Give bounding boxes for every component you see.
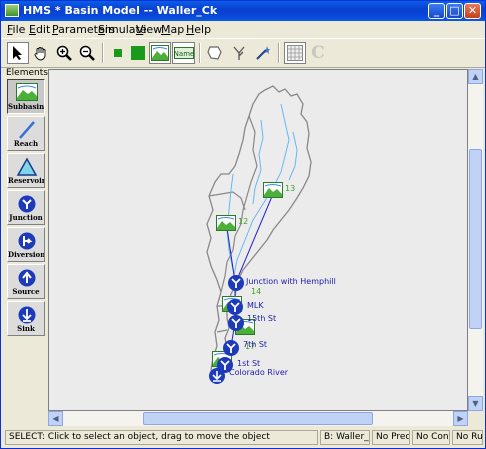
menu-file-rest: ile bbox=[12, 23, 26, 36]
basin-map-canvas[interactable]: 12 13 14 17 Junction with Hemphill MLK 1… bbox=[48, 69, 468, 411]
toolbar-separator bbox=[278, 43, 280, 63]
subbasin-label: 12 bbox=[238, 217, 249, 226]
menu-view[interactable]: View bbox=[136, 23, 162, 36]
scroll-right-button[interactable]: ▶ bbox=[453, 411, 468, 426]
large-square-icon[interactable] bbox=[127, 42, 149, 64]
status-control: No Control bbox=[412, 430, 450, 445]
menu-view-rest: iew bbox=[143, 23, 163, 36]
menu-map-rest: ap bbox=[170, 23, 185, 36]
draw-stream-icon[interactable] bbox=[228, 42, 250, 64]
palette-item-diversion[interactable]: Diversion bbox=[7, 227, 45, 262]
toolbar: Name C bbox=[1, 38, 485, 68]
wand-icon[interactable] bbox=[252, 42, 274, 64]
menu-edit-rest: dit bbox=[35, 23, 51, 36]
horizontal-scroll-thumb[interactable] bbox=[143, 412, 373, 425]
status-run: No Run bbox=[452, 430, 483, 445]
close-button[interactable]: ✕ bbox=[464, 3, 481, 19]
status-precip: No Precip bbox=[372, 430, 410, 445]
grid-icon[interactable] bbox=[284, 42, 306, 64]
junction-icon[interactable] bbox=[227, 299, 243, 315]
junction-label: 1st St bbox=[237, 359, 261, 368]
draw-basin-icon[interactable] bbox=[204, 42, 226, 64]
toolbar-separator bbox=[199, 43, 201, 63]
junction-label: 15th St bbox=[247, 314, 277, 323]
palette-title: Elements bbox=[6, 68, 48, 78]
palette-item-reach[interactable]: Reach bbox=[7, 116, 45, 151]
junction-label: 7th St bbox=[243, 340, 268, 349]
diversion-icon bbox=[18, 232, 36, 250]
junction-label: Colorado River bbox=[229, 368, 289, 377]
hand-pan-icon[interactable] bbox=[30, 42, 52, 64]
menu-help-rest: elp bbox=[194, 23, 212, 36]
scroll-left-button[interactable]: ◀ bbox=[48, 411, 63, 426]
menu-file[interactable]: File bbox=[7, 23, 25, 36]
toolbar-separator bbox=[102, 43, 104, 63]
element-palette: Elements Subbasin Reach Reservoir Juncti… bbox=[5, 68, 48, 420]
vertical-scroll-thumb[interactable] bbox=[469, 149, 482, 329]
junction-icon bbox=[18, 195, 36, 213]
vertical-scrollbar[interactable]: ▲ ▼ bbox=[468, 69, 483, 411]
small-square-icon[interactable] bbox=[107, 42, 129, 64]
maximize-button[interactable]: □ bbox=[446, 3, 463, 19]
junction-icon[interactable] bbox=[223, 340, 239, 356]
show-names-icon[interactable]: Name bbox=[172, 42, 195, 64]
junction-label: MLK bbox=[247, 301, 264, 310]
select-arrow-icon[interactable] bbox=[7, 42, 29, 64]
junction-icon[interactable] bbox=[228, 275, 244, 291]
zoom-in-icon[interactable] bbox=[53, 42, 75, 64]
source-icon bbox=[18, 269, 36, 287]
app-icon[interactable] bbox=[5, 4, 19, 17]
minimize-button[interactable]: _ bbox=[428, 3, 445, 19]
name-label: Name bbox=[174, 50, 194, 58]
application-window: HMS * Basin Model -- Waller_Ck _ □ ✕ Fil… bbox=[0, 0, 486, 449]
palette-item-reservoir[interactable]: Reservoir bbox=[7, 153, 45, 188]
c-icon[interactable]: C bbox=[307, 42, 329, 64]
menu-help[interactable]: Help bbox=[186, 23, 211, 36]
sink-icon[interactable] bbox=[209, 368, 225, 384]
palette-item-sink[interactable]: Sink bbox=[7, 301, 45, 336]
zoom-out-icon[interactable] bbox=[76, 42, 98, 64]
scroll-down-button[interactable]: ▼ bbox=[468, 396, 483, 411]
title-bar[interactable]: HMS * Basin Model -- Waller_Ck _ □ ✕ bbox=[1, 1, 485, 21]
menu-bar: File Edit Parameters Simulate View Map H… bbox=[1, 21, 485, 37]
subbasin-label: 14 bbox=[251, 287, 262, 296]
reach-icon bbox=[19, 121, 35, 139]
c-label: C bbox=[311, 43, 325, 63]
status-message: SELECT: Click to select an object, drag … bbox=[5, 430, 318, 445]
subbasin-icon bbox=[16, 83, 38, 101]
subbasin-icon[interactable] bbox=[216, 215, 236, 231]
reservoir-icon bbox=[16, 157, 38, 176]
junction-icon[interactable] bbox=[228, 315, 244, 331]
horizontal-scrollbar[interactable]: ◀ ▶ bbox=[48, 411, 468, 426]
junction-label: Junction with Hemphill bbox=[246, 277, 336, 286]
subbasin-label: 13 bbox=[285, 184, 296, 193]
palette-item-subbasin[interactable]: Subbasin bbox=[7, 79, 45, 114]
status-bar: SELECT: Click to select an object, drag … bbox=[1, 428, 485, 448]
status-basin: B: Waller_Ck bbox=[320, 430, 370, 445]
show-map-icon[interactable] bbox=[149, 42, 171, 64]
menu-map[interactable]: Map bbox=[161, 23, 184, 36]
palette-item-junction[interactable]: Junction bbox=[7, 190, 45, 225]
scroll-up-button[interactable]: ▲ bbox=[468, 69, 483, 84]
palette-item-source[interactable]: Source bbox=[7, 264, 45, 299]
sink-icon bbox=[18, 306, 36, 324]
subbasin-icon[interactable] bbox=[263, 182, 283, 198]
window-title: HMS * Basin Model -- Waller_Ck bbox=[23, 4, 218, 17]
menu-edit[interactable]: Edit bbox=[29, 23, 50, 36]
